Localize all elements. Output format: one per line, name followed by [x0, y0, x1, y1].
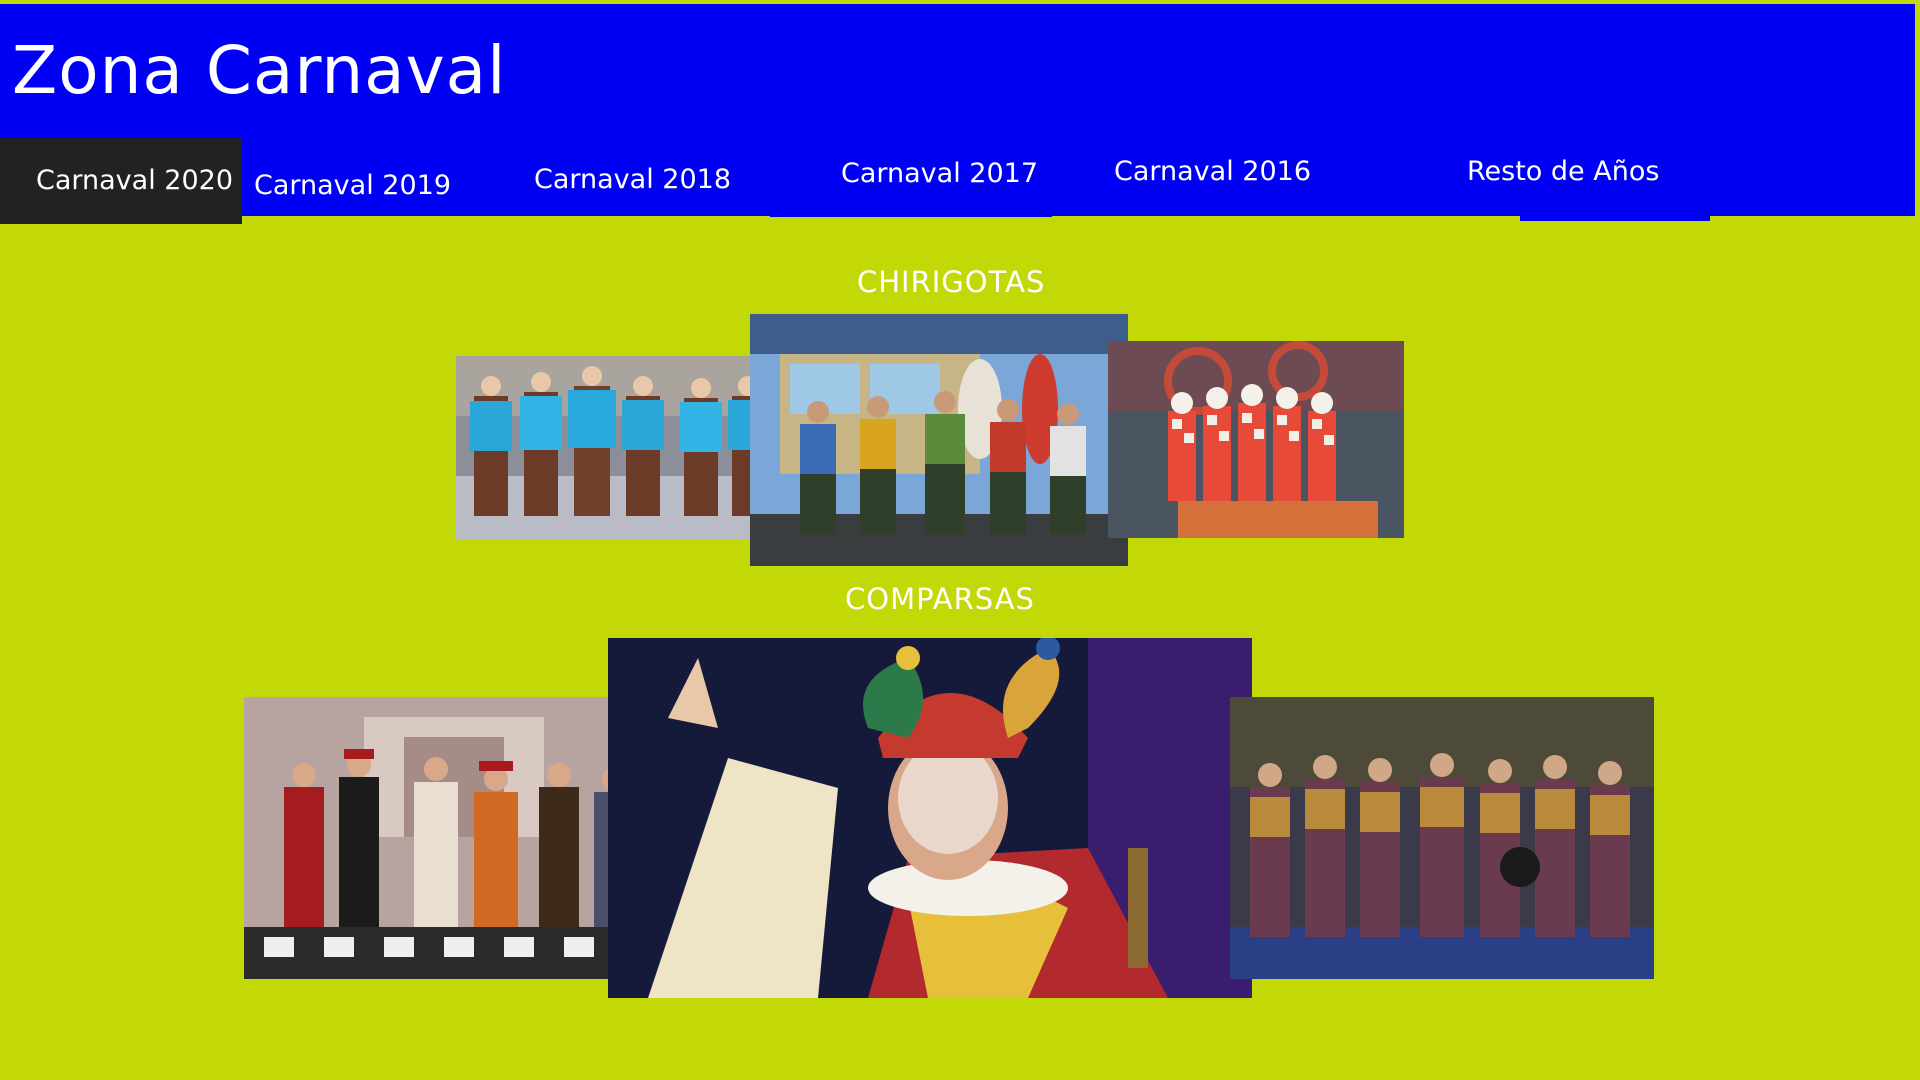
page: Zona Carnaval Carnaval 2020 Carnaval 201…: [0, 0, 1920, 1080]
nav-tab-carnaval-2017[interactable]: Carnaval 2017: [841, 158, 1038, 189]
nav-underhang: [770, 210, 1052, 217]
comparsa-photo-1[interactable]: [244, 697, 668, 979]
chirigota-photo-2[interactable]: [750, 314, 1128, 566]
chirigota-photo-3[interactable]: [1108, 341, 1404, 538]
chirigota-photo-1[interactable]: [456, 356, 786, 540]
comparsa-photo-2[interactable]: [608, 638, 1252, 998]
site-title[interactable]: Zona Carnaval: [12, 32, 506, 109]
nav-tab-carnaval-2016[interactable]: Carnaval 2016: [1114, 156, 1311, 187]
nav-tab-carnaval-2019[interactable]: Carnaval 2019: [254, 170, 451, 201]
nav-tab-carnaval-2018[interactable]: Carnaval 2018: [534, 164, 731, 195]
comparsa-photo-3[interactable]: [1230, 697, 1654, 979]
nav-underhang: [1520, 210, 1710, 221]
comparsas-heading: COMPARSAS: [845, 582, 1035, 616]
nav-tab-resto-de-anos[interactable]: Resto de Años: [1467, 156, 1659, 187]
nav-tab-carnaval-2020[interactable]: Carnaval 2020: [0, 138, 242, 224]
chirigotas-heading: CHIRIGOTAS: [857, 265, 1046, 299]
